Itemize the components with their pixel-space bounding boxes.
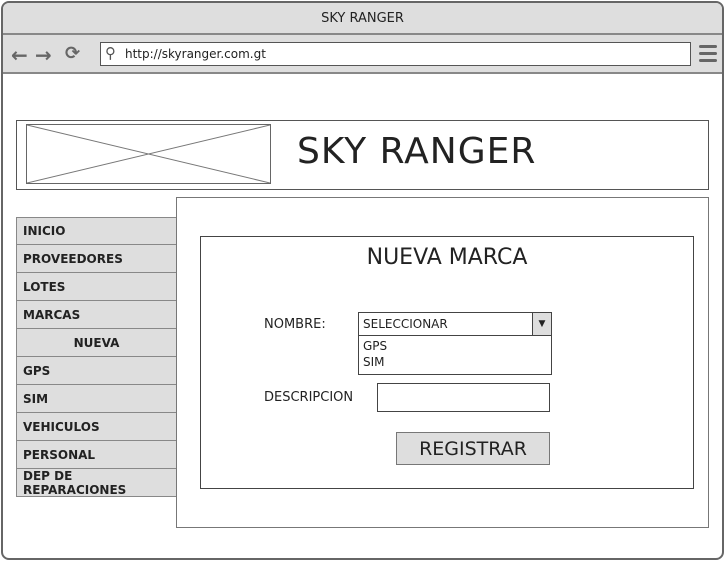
address-bar[interactable]: ⚲ http://skyranger.com.gt <box>100 42 691 66</box>
hamburger-menu-icon[interactable] <box>699 45 717 63</box>
sidebar-item-proveedores[interactable]: PROVEEDORES <box>16 245 177 273</box>
nombre-label: NOMBRE: <box>264 317 326 332</box>
search-icon: ⚲ <box>105 44 116 62</box>
form-title: NUEVA MARCA <box>366 245 528 270</box>
window-title: SKY RANGER <box>321 10 404 26</box>
sidebar-item-gps[interactable]: GPS <box>16 357 177 385</box>
nombre-options-list: GPS SIM <box>358 335 552 375</box>
site-header: SKY RANGER <box>16 120 709 190</box>
descripcion-label: DESCRIPCION <box>264 390 354 405</box>
sidebar-item-sim[interactable]: SIM <box>16 385 177 413</box>
select-value: SELECCIONAR <box>363 317 448 331</box>
sidebar-item-nueva[interactable]: NUEVA <box>16 329 177 357</box>
sidebar-nav: INICIO PROVEEDORES LOTES MARCAS NUEVA GP… <box>16 217 177 497</box>
chevron-down-icon[interactable]: ▼ <box>532 313 551 335</box>
sidebar-item-personal[interactable]: PERSONAL <box>16 441 177 469</box>
option-gps[interactable]: GPS <box>363 338 547 354</box>
sidebar-item-marcas[interactable]: MARCAS <box>16 301 177 329</box>
site-title: SKY RANGER <box>297 131 537 172</box>
window-title-bar: SKY RANGER <box>3 3 722 35</box>
refresh-icon[interactable]: ⟳ <box>65 43 80 64</box>
sidebar-item-inicio[interactable]: INICIO <box>16 217 177 245</box>
browser-toolbar: ← → ⟳ ⚲ http://skyranger.com.gt <box>3 35 722 74</box>
sidebar-item-dep-reparaciones[interactable]: DEP DE REPARACIONES <box>16 469 177 497</box>
url-text: http://skyranger.com.gt <box>125 47 266 61</box>
registrar-button[interactable]: REGISTRAR <box>396 432 550 465</box>
option-sim[interactable]: SIM <box>363 354 547 370</box>
forward-arrow-icon[interactable]: → <box>35 43 52 67</box>
descripcion-input[interactable] <box>377 383 550 412</box>
logo-image-placeholder <box>26 124 271 184</box>
sidebar-item-vehiculos[interactable]: VEHICULOS <box>16 413 177 441</box>
sidebar-item-lotes[interactable]: LOTES <box>16 273 177 301</box>
back-arrow-icon[interactable]: ← <box>11 43 28 67</box>
nombre-select[interactable]: SELECCIONAR ▼ <box>358 312 552 336</box>
